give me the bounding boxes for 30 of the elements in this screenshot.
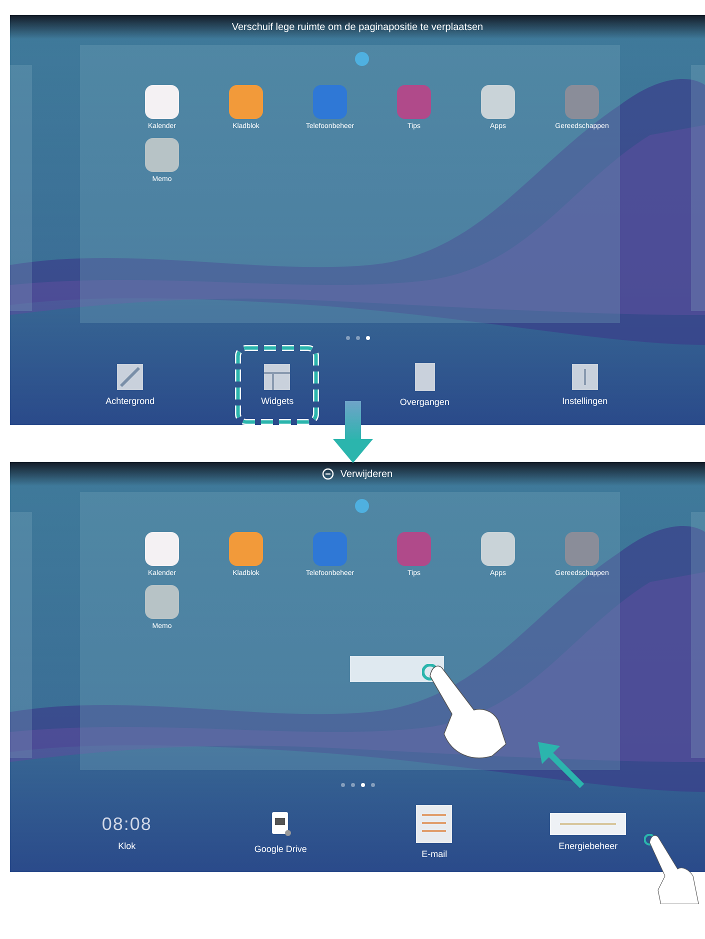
dock-option[interactable]: Energiebeheer (533, 805, 644, 859)
page-marker-icon (354, 498, 370, 514)
dock-option[interactable]: Instellingen (530, 356, 640, 414)
wallpaper-icon (117, 364, 144, 390)
dock-option[interactable]: E-mail (379, 797, 490, 867)
dock-option[interactable]: 08:08 Klok (72, 806, 182, 858)
app-icon[interactable] (481, 532, 515, 566)
down-arrow-icon (332, 401, 372, 463)
dock-option[interactable]: Google Drive (226, 802, 336, 862)
hint-text: Verwijderen (340, 468, 393, 480)
app-icon[interactable] (145, 532, 179, 566)
clock-widget-preview: 08:08 (102, 814, 152, 834)
dock-option[interactable]: Achtergrond (75, 356, 186, 414)
document-icon (270, 810, 292, 838)
dock-option[interactable]: Overgangen (370, 355, 480, 415)
page-marker-icon (354, 51, 370, 67)
mail-widget-icon (416, 805, 452, 843)
app-icon[interactable] (229, 85, 263, 119)
widgets-icon (264, 364, 290, 390)
app-icon[interactable] (229, 532, 263, 566)
hint-text: Verschuif lege ruimte om de paginapositie te verplaatsen (232, 22, 484, 32)
app-icon[interactable] (145, 85, 179, 119)
hand-drawing (644, 834, 700, 904)
diagonal-arrow-icon (538, 742, 584, 788)
dock-option[interactable]: Widgets (235, 345, 320, 425)
app-icon[interactable] (481, 85, 515, 119)
app-icon[interactable] (145, 138, 179, 172)
app-icon[interactable] (145, 585, 179, 619)
delete-icon (322, 468, 334, 480)
power-widget-icon (550, 813, 626, 835)
